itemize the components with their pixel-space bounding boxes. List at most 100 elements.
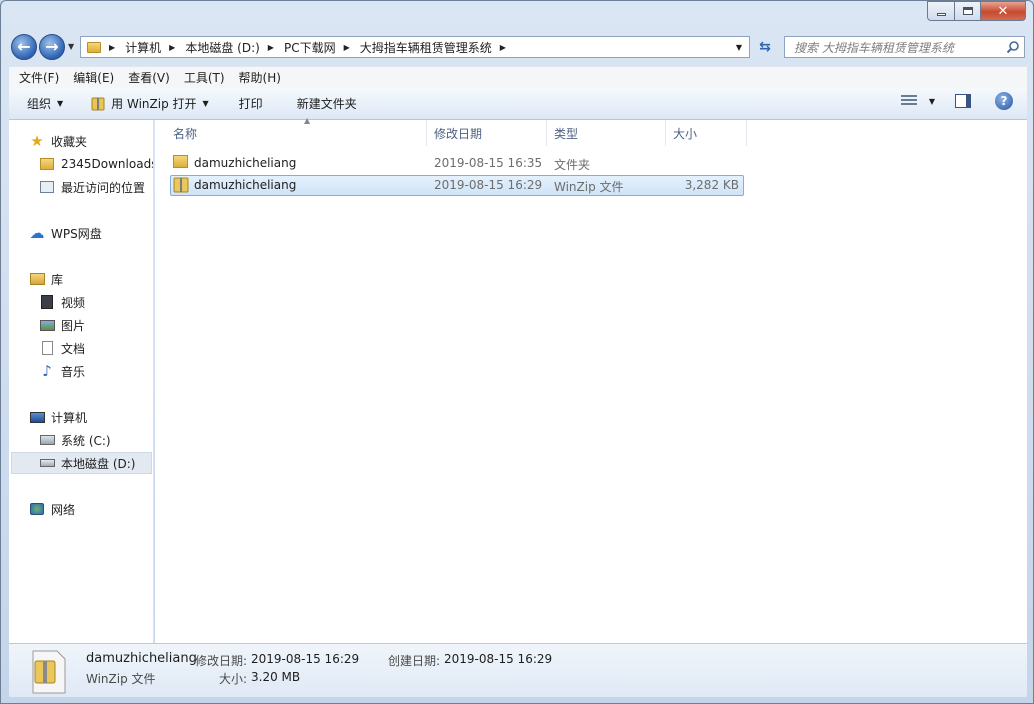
minimize-button[interactable]: [927, 1, 955, 21]
details-created-value: 2019-08-15 16:29: [444, 652, 553, 666]
column-header-type[interactable]: 类型: [546, 120, 666, 146]
nav-wps-drive[interactable]: ☁ WPS网盘: [29, 222, 102, 244]
details-file-type: WinZip 文件: [86, 672, 156, 686]
document-icon: [39, 340, 55, 356]
refresh-button[interactable]: ⇆: [754, 36, 776, 58]
folder-icon: [87, 41, 101, 53]
breadcrumb-separator[interactable]: ▶: [344, 43, 350, 52]
maximize-button[interactable]: [955, 1, 981, 21]
menu-help[interactable]: 帮助(H): [239, 69, 281, 86]
chevron-down-icon: ▼: [202, 99, 209, 108]
file-modified: 2019-08-15 16:29: [434, 178, 543, 192]
open-with-winzip-button[interactable]: 用 WinZip 打开 ▼: [83, 92, 217, 116]
menu-tools[interactable]: 工具(T): [184, 69, 225, 86]
nav-downloads-label: 2345Downloads: [61, 157, 154, 171]
details-file-name: damuzhicheliang: [86, 651, 197, 666]
search-input[interactable]: 搜索 大拇指车辆租赁管理系统: [784, 36, 1025, 58]
picture-icon: [39, 317, 55, 333]
column-header-size[interactable]: 大小: [665, 120, 747, 146]
organize-label: 组织: [27, 97, 52, 111]
details-created-label: 创建日期:: [388, 654, 441, 668]
breadcrumb-drive-d[interactable]: 本地磁盘 (D:): [185, 39, 259, 56]
details-size-label: 大小:: [219, 672, 248, 686]
file-list: 名称 ▲ 修改日期 类型 大小 damuzhicheliang 2019-08-…: [155, 116, 1027, 643]
view-options-icon[interactable]: [900, 95, 917, 107]
nav-computer[interactable]: 计算机: [29, 406, 87, 428]
breadcrumb-pc-download[interactable]: PC下载网: [284, 39, 336, 56]
sort-ascending-icon: ▲: [304, 116, 311, 125]
breadcrumb-separator[interactable]: ▶: [169, 43, 175, 52]
address-bar[interactable]: ▶ 计算机 ▶ 本地磁盘 (D:) ▶ PC下载网 ▶ 大拇指车辆租赁管理系统 …: [80, 36, 750, 58]
nav-recent-places[interactable]: 最近访问的位置: [39, 176, 145, 198]
winzip-file-icon: [173, 177, 189, 196]
nav-pictures[interactable]: 图片: [39, 314, 85, 336]
nav-documents[interactable]: 文档: [39, 337, 85, 359]
file-row-folder[interactable]: damuzhicheliang 2019-08-15 16:35 文件夹: [170, 153, 744, 174]
file-row-zip[interactable]: damuzhicheliang 2019-08-15 16:29 WinZip …: [170, 175, 744, 196]
back-arrow-icon: ←: [17, 37, 31, 56]
breadcrumb-current-folder[interactable]: 大拇指车辆租赁管理系统: [360, 39, 492, 56]
nav-downloads[interactable]: 2345Downloads: [39, 153, 154, 175]
file-type: 文件夹: [554, 158, 591, 172]
nav-music[interactable]: ♪ 音乐: [39, 360, 85, 382]
folder-icon: [173, 155, 188, 168]
nav-videos[interactable]: 视频: [39, 291, 85, 313]
print-button[interactable]: 打印: [231, 92, 271, 116]
details-size-value: 3.20 MB: [251, 670, 301, 684]
back-button[interactable]: ←: [11, 34, 37, 60]
menu-edit[interactable]: 编辑(E): [73, 69, 114, 86]
address-history-dropdown[interactable]: ▼: [729, 37, 749, 57]
help-icon[interactable]: ?: [995, 92, 1013, 110]
breadcrumb-separator[interactable]: ▶: [500, 43, 506, 52]
nav-favorites-label: 收藏夹: [51, 134, 88, 149]
breadcrumb-separator[interactable]: ▶: [268, 43, 274, 52]
open-with-winzip-label: 用 WinZip 打开: [111, 97, 197, 111]
column-header-name[interactable]: 名称 ▲: [165, 116, 427, 146]
chevron-down-icon[interactable]: ▼: [929, 97, 935, 106]
chevron-down-icon: ▼: [57, 99, 64, 108]
forward-button[interactable]: →: [39, 34, 65, 60]
search-placeholder: 搜索 大拇指车辆租赁管理系统: [794, 40, 954, 55]
window-controls: ✕: [927, 1, 1026, 21]
computer-icon: [29, 409, 45, 425]
file-name: damuzhicheliang: [194, 178, 297, 192]
nav-network[interactable]: 网络: [29, 498, 75, 520]
column-header-modified[interactable]: 修改日期: [426, 120, 547, 146]
search-icon[interactable]: [1006, 40, 1020, 54]
cloud-icon: ☁: [29, 224, 45, 242]
winzip-icon: [91, 97, 105, 110]
nav-drive-c[interactable]: 系统 (C:): [39, 429, 111, 451]
star-icon: ★: [30, 132, 44, 150]
winzip-file-icon: [32, 650, 66, 694]
nav-favorites[interactable]: ★ 收藏夹: [29, 130, 87, 152]
menu-file[interactable]: 文件(F): [19, 69, 59, 86]
network-icon: [29, 501, 45, 517]
column-name-label: 名称: [173, 126, 198, 141]
nav-recent-label: 最近访问的位置: [61, 180, 146, 195]
breadcrumb-separator[interactable]: ▶: [109, 43, 115, 52]
recent-pages-dropdown[interactable]: ▼: [68, 42, 74, 51]
music-icon: ♪: [42, 362, 52, 380]
menu-view[interactable]: 查看(V): [128, 69, 170, 86]
explorer-window: ✕ ← → ▼ ▶ 计算机 ▶ 本地磁盘 (D:) ▶ PC下载网 ▶ 大拇指车…: [0, 0, 1034, 704]
maximize-icon: [962, 7, 973, 15]
column-modified-label: 修改日期: [434, 126, 483, 141]
column-type-label: 类型: [554, 126, 579, 141]
navigation-row: ← → ▼ ▶ 计算机 ▶ 本地磁盘 (D:) ▶ PC下载网 ▶ 大拇指车辆租…: [10, 32, 1026, 62]
organize-button[interactable]: 组织 ▼: [19, 92, 71, 116]
nav-libraries[interactable]: 库: [29, 268, 63, 290]
nav-videos-label: 视频: [61, 295, 86, 310]
breadcrumb-computer[interactable]: 计算机: [125, 39, 161, 56]
file-modified: 2019-08-15 16:35: [434, 156, 543, 170]
close-button[interactable]: ✕: [981, 1, 1026, 21]
preview-pane-icon[interactable]: [955, 94, 971, 108]
forward-arrow-icon: →: [45, 37, 59, 56]
new-folder-label: 新建文件夹: [296, 97, 357, 111]
print-label: 打印: [238, 97, 263, 111]
minimize-icon: [936, 12, 946, 16]
nav-drive-d[interactable]: 本地磁盘 (D:): [11, 452, 152, 474]
details-pane: damuzhicheliang 修改日期: 2019-08-15 16:29 创…: [9, 643, 1027, 697]
new-folder-button[interactable]: 新建文件夹: [289, 92, 365, 116]
navigation-pane: ★ 收藏夹 2345Downloads 最近访问的位置 ☁ WPS网盘 库 视频…: [9, 120, 154, 643]
recent-places-icon: [39, 179, 55, 195]
